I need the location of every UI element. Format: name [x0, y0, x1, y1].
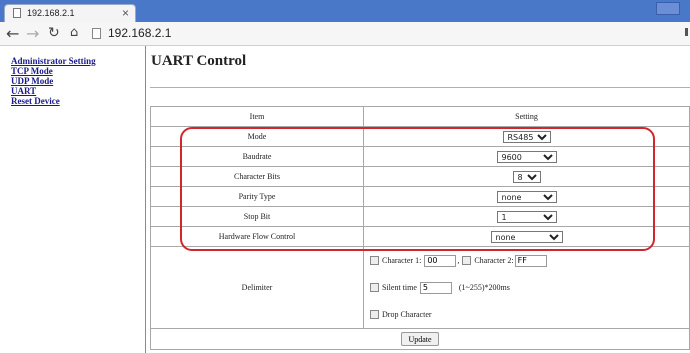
sidebar-item-administrator-setting[interactable]: Administrator Setting	[11, 56, 141, 66]
home-icon[interactable]: ⌂	[70, 25, 78, 40]
tab-title: 192.168.2.1	[27, 8, 75, 18]
drop-character-checkbox[interactable]	[370, 310, 379, 319]
sidebar-divider	[145, 46, 146, 353]
page-title: UART Control	[151, 53, 247, 69]
update-button[interactable]: Update	[401, 332, 439, 346]
sidebar-item-uart[interactable]: UART	[11, 86, 141, 96]
header-item: Item	[150, 106, 364, 127]
row-label-mode: Mode	[150, 126, 364, 147]
parity-type-select[interactable]: none	[496, 190, 557, 203]
table-row: Update	[150, 328, 690, 350]
table-header-row: Item Setting	[150, 106, 690, 127]
menu-icon[interactable]	[685, 28, 688, 36]
row-label-hardware-flow-control: Hardware Flow Control	[150, 226, 364, 247]
reload-icon[interactable]: ↻	[48, 25, 60, 41]
sidebar-item-udp-mode[interactable]: UDP Mode	[11, 76, 141, 86]
browser-toolbar: ← → ↻ ⌂ 192.168.2.1	[0, 22, 690, 46]
row-label-parity-type: Parity Type	[150, 186, 364, 207]
page-icon	[92, 28, 101, 39]
drop-character-label: Drop Character	[382, 310, 432, 319]
table-row: Parity Type none	[150, 186, 690, 207]
character2-label: Character 2:	[474, 256, 514, 265]
uart-settings-table: Item Setting Mode RS485 Baudrate 9600 Ch…	[150, 106, 690, 350]
address-bar[interactable]: 192.168.2.1	[108, 26, 171, 40]
table-row: Baudrate 9600	[150, 146, 690, 167]
page-icon	[13, 8, 21, 18]
character1-input[interactable]	[424, 254, 457, 267]
table-row: Hardware Flow Control none	[150, 226, 690, 247]
back-icon[interactable]: ←	[6, 24, 19, 43]
row-label-delimiter: Delimiter	[150, 246, 364, 329]
silent-time-checkbox[interactable]	[370, 283, 379, 292]
table-row: Stop Bit 1	[150, 206, 690, 227]
character2-checkbox[interactable]	[462, 256, 472, 265]
browser-tab[interactable]: 192.168.2.1 ×	[4, 4, 136, 22]
sidebar-item-tcp-mode[interactable]: TCP Mode	[11, 66, 141, 76]
sidebar-nav: Administrator Setting TCP Mode UDP Mode …	[11, 56, 141, 106]
table-row: Character Bits 8	[150, 166, 690, 187]
forward-icon[interactable]: →	[26, 24, 39, 43]
silent-time-input[interactable]	[419, 281, 452, 294]
title-divider	[150, 87, 690, 88]
baudrate-select[interactable]: 9600	[496, 150, 557, 163]
character1-label: Character 1:	[382, 256, 422, 265]
window-controls[interactable]	[656, 2, 680, 15]
sidebar-item-reset-device[interactable]: Reset Device	[11, 96, 141, 106]
table-row: Delimiter Character 1: , Character 2: Si…	[150, 246, 690, 329]
close-tab-icon[interactable]: ×	[122, 6, 129, 20]
stop-bit-select[interactable]: 1	[496, 210, 557, 223]
header-setting: Setting	[363, 106, 690, 127]
character-bits-select[interactable]: 8	[512, 170, 541, 183]
silent-time-unit: (1~255)*200ms	[458, 283, 510, 292]
row-label-character-bits: Character Bits	[150, 166, 364, 187]
table-row: Mode RS485	[150, 126, 690, 147]
character1-checkbox[interactable]	[370, 256, 379, 265]
silent-time-label: Silent time	[382, 283, 417, 292]
row-label-baudrate: Baudrate	[150, 146, 364, 167]
browser-tab-bar: 192.168.2.1 ×	[0, 0, 690, 22]
mode-select[interactable]: RS485	[502, 130, 551, 143]
character2-input[interactable]	[514, 254, 547, 267]
row-label-stop-bit: Stop Bit	[150, 206, 364, 227]
hardware-flow-control-select[interactable]: none	[490, 230, 563, 243]
